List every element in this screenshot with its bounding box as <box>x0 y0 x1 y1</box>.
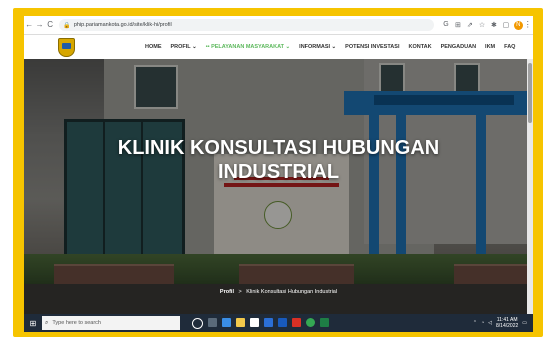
system-tray: ⌃ ◔ ◁ 11:41 AM 8/14/2022 ▭ <box>473 317 533 329</box>
menu-icon[interactable]: ⋮ <box>523 16 533 34</box>
star-icon[interactable]: ☆ <box>476 21 488 29</box>
task-view-icon[interactable] <box>208 317 217 327</box>
sidebar-icon[interactable]: ▢ <box>500 21 512 29</box>
nav-faq[interactable]: FAQ <box>504 44 515 50</box>
search-placeholder: Type here to search <box>52 320 101 326</box>
nav-potensi-investasi[interactable]: POTENSI INVESTASI <box>345 44 399 50</box>
acrobat-icon[interactable] <box>292 317 301 327</box>
scrollbar-thumb[interactable] <box>528 63 532 123</box>
taskbar-search[interactable]: ⌕ Type here to search <box>42 316 180 330</box>
address-bar[interactable]: 🔒 phip.pariamankota.go.id/site/klik-hi/p… <box>59 19 434 31</box>
breadcrumb-current: Klinik Konsultasi Hubungan Industrial <box>246 289 338 295</box>
windows-start-icon[interactable]: ⊞ <box>24 319 42 328</box>
page-scrollbar[interactable] <box>527 59 533 314</box>
search-icon: ⌕ <box>45 319 49 326</box>
page-title-line: KLINIK KONSULTASI HUBUNGAN <box>117 137 440 159</box>
breadcrumb-home-link[interactable]: Profil <box>220 289 234 295</box>
store-icon[interactable] <box>250 317 259 327</box>
nav-home[interactable]: HOME <box>145 44 162 50</box>
volume-icon[interactable]: ◁ <box>488 320 492 326</box>
mail-icon[interactable] <box>264 317 273 327</box>
file-explorer-icon[interactable] <box>236 317 245 327</box>
nav-pelayanan-masyarakat[interactable]: •• PELAYANAN MASYARAKAT ⌄ <box>206 44 290 50</box>
taskbar-apps <box>192 317 329 329</box>
word-icon[interactable] <box>278 317 287 327</box>
clock-date: 8/14/2022 <box>496 323 519 329</box>
google-icon[interactable]: G <box>440 21 452 29</box>
site-header: HOME PROFIL ⌄ •• PELAYANAN MASYARAKAT ⌄ … <box>24 35 533 59</box>
notification-icon[interactable]: ▭ <box>522 320 527 326</box>
edge-icon[interactable] <box>222 317 231 327</box>
translate-icon[interactable]: ⊞ <box>452 21 464 29</box>
network-icon[interactable]: ◔ <box>481 320 484 326</box>
hero-banner: KLINIK KONSULTASI HUBUNGAN INDUSTRIAL Pr… <box>24 59 533 314</box>
chrome-icon[interactable] <box>306 317 315 327</box>
breadcrumb-separator: > <box>238 289 242 295</box>
share-icon[interactable]: ⇗ <box>464 21 476 29</box>
profile-avatar[interactable]: N <box>513 20 523 30</box>
main-nav: HOME PROFIL ⌄ •• PELAYANAN MASYARAKAT ⌄ … <box>145 35 515 59</box>
tray-chevron-icon[interactable]: ⌃ <box>473 320 477 326</box>
nav-profil[interactable]: PROFIL ⌄ <box>171 44 197 50</box>
lock-icon: 🔒 <box>63 22 71 29</box>
reload-icon[interactable]: C <box>45 16 55 34</box>
screen: ← → C 🔒 phip.pariamankota.go.id/site/kli… <box>24 16 533 332</box>
windows-taskbar: ⊞ ⌕ Type here to search ⌃ ◔ ◁ 11:41 AM 8… <box>24 314 533 332</box>
hero-overlay <box>24 59 533 314</box>
cortana-icon[interactable] <box>192 317 203 329</box>
city-logo-icon[interactable] <box>58 38 75 57</box>
browser-toolbar: ← → C 🔒 phip.pariamankota.go.id/site/kli… <box>24 16 533 35</box>
nav-kontak[interactable]: KONTAK <box>408 44 431 50</box>
url-text: phip.pariamankota.go.id/site/klik-hi/pro… <box>73 22 172 28</box>
breadcrumb: Profil > Klinik Konsultasi Hubungan Indu… <box>24 289 533 295</box>
forward-icon[interactable]: → <box>34 16 44 34</box>
nav-informasi[interactable]: INFORMASI ⌄ <box>299 44 336 50</box>
browser-tools: G ⊞ ⇗ ☆ ✱ ▢ <box>440 21 512 29</box>
excel-icon[interactable] <box>320 317 329 327</box>
nav-pengaduan[interactable]: PENGADUAN <box>441 44 476 50</box>
nav-ikm[interactable]: IKM <box>485 44 495 50</box>
page-title-line: INDUSTRIAL <box>217 161 340 183</box>
extensions-icon[interactable]: ✱ <box>488 21 500 29</box>
clock[interactable]: 11:41 AM 8/14/2022 <box>496 317 518 329</box>
back-icon[interactable]: ← <box>24 16 34 34</box>
page-title: KLINIK KONSULTASI HUBUNGAN INDUSTRIAL <box>24 136 533 184</box>
